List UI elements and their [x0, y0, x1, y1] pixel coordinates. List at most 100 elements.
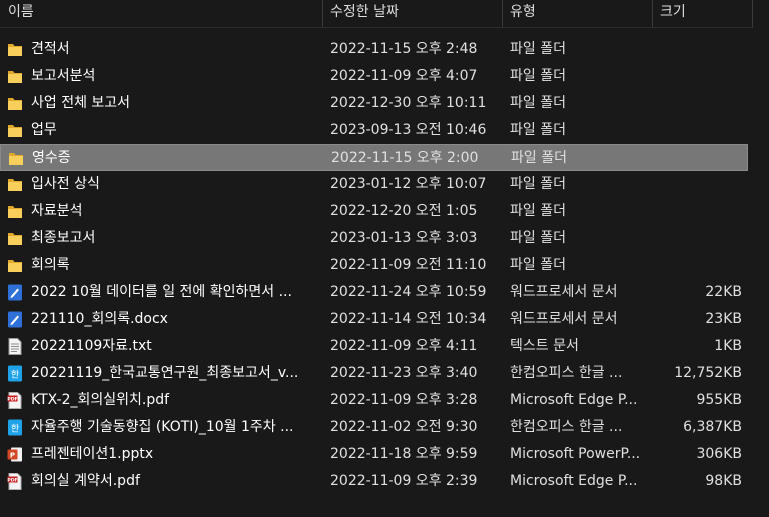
- file-name: 회의록: [31, 257, 70, 273]
- file-row[interactable]: 자료분석 2022-12-20 오전 1:05 파일 폴더: [0, 198, 748, 225]
- file-name: 업무: [31, 122, 57, 138]
- file-row[interactable]: 견적서 2022-11-15 오후 2:48 파일 폴더: [0, 36, 748, 63]
- file-size: [650, 90, 742, 117]
- file-name: 자료분석: [31, 203, 83, 219]
- file-row[interactable]: PDF KTX-2_회의실위치.pdf 2022-11-09 오후 3:28 Micr…: [0, 387, 748, 414]
- file-date-modified: 2022-11-02 오전 9:30: [330, 419, 478, 435]
- file-row[interactable]: 221110_회의록.docx 2022-11-14 오전 10:34 워드프로세서…: [0, 306, 748, 333]
- file-type: 파일 폴더: [510, 203, 566, 219]
- file-row[interactable]: 20221109자료.txt 2022-11-09 오후 4:11 텍스트 문서 1K…: [0, 333, 748, 360]
- svg-text:한: 한: [11, 370, 19, 381]
- file-type: 워드프로세서 문서: [510, 311, 618, 327]
- column-header: ^ 이름 수정한 날짜 유형 크기: [0, 0, 769, 28]
- file-type: 파일 폴더: [510, 230, 566, 246]
- folder-icon: [7, 257, 23, 274]
- file-date-modified: 2022-11-14 오전 10:34: [330, 311, 487, 327]
- file-row[interactable]: 사업 전체 보고서 2022-12-30 오후 10:11 파일 폴더: [0, 90, 748, 117]
- file-name: 회의실 계약서.pdf: [31, 473, 140, 489]
- file-row[interactable]: 업무 2023-09-13 오전 10:46 파일 폴더: [0, 117, 748, 144]
- file-name: 2022 10월 데이터를 일 전에 확인하면서 ...: [31, 284, 292, 300]
- file-type: 파일 폴더: [511, 150, 567, 166]
- file-size: 22KB: [705, 284, 742, 300]
- file-size: 12,752KB: [674, 365, 742, 381]
- file-size: 23KB: [705, 311, 742, 327]
- file-date-modified: 2022-11-23 오후 3:40: [330, 365, 478, 381]
- svg-text:PDF: PDF: [7, 477, 17, 483]
- file-row[interactable]: 입사전 상식 2023-01-12 오후 10:07 파일 폴더: [0, 171, 748, 198]
- file-date-modified: 2022-12-20 오전 1:05: [330, 203, 478, 219]
- file-name: 자율주행 기술동향집 (KOTI)_10월 1주차 ...: [31, 419, 294, 435]
- column-header-type[interactable]: 유형: [502, 0, 652, 26]
- folder-icon: [7, 68, 23, 85]
- folder-icon: [7, 176, 23, 193]
- file-date-modified: 2022-12-30 오후 10:11: [330, 95, 487, 111]
- file-row[interactable]: PDF 회의실 계약서.pdf 2022-11-09 오후 2:39 Microsof…: [0, 468, 748, 495]
- vertical-scrollbar[interactable]: [753, 0, 769, 517]
- file-row[interactable]: 한 자율주행 기술동향집 (KOTI)_10월 1주차 ... 2022-11-02…: [0, 414, 748, 441]
- file-name: 보고서분석: [31, 68, 96, 84]
- file-name: 사업 전체 보고서: [31, 95, 131, 111]
- file-size: 306KB: [696, 446, 742, 462]
- svg-text:한: 한: [11, 424, 19, 435]
- file-type: 파일 폴더: [510, 122, 566, 138]
- column-header-name[interactable]: 이름: [0, 0, 322, 26]
- file-size: 6,387KB: [683, 419, 742, 435]
- file-row[interactable]: 회의록 2022-11-09 오전 11:10 파일 폴더: [0, 252, 748, 279]
- word-doc-icon: [7, 284, 23, 301]
- column-header-size[interactable]: 크기: [652, 0, 752, 26]
- file-date-modified: 2022-11-24 오후 10:59: [330, 284, 487, 300]
- file-date-modified: 2022-11-18 오후 9:59: [330, 446, 478, 462]
- hwp-icon: 한: [7, 419, 23, 436]
- file-name: 221110_회의록.docx: [31, 311, 168, 327]
- file-date-modified: 2022-11-09 오후 3:28: [330, 392, 478, 408]
- file-type: 텍스트 문서: [510, 338, 579, 354]
- file-size: [650, 171, 742, 198]
- file-date-modified: 2022-11-09 오후 4:07: [330, 68, 478, 84]
- file-date-modified: 2022-11-15 오후 2:48: [330, 41, 478, 57]
- file-type: 파일 폴더: [510, 41, 566, 57]
- svg-text:P: P: [10, 451, 15, 459]
- file-date-modified: 2022-11-09 오후 2:39: [330, 473, 478, 489]
- file-type: Microsoft Edge P...: [510, 392, 638, 408]
- file-type: 파일 폴더: [510, 95, 566, 111]
- file-size: [650, 36, 742, 63]
- file-size: [651, 145, 743, 172]
- file-size: [650, 252, 742, 279]
- file-name: 프레젠테이션1.pptx: [31, 446, 154, 462]
- file-date-modified: 2023-09-13 오전 10:46: [330, 122, 487, 138]
- file-name: KTX-2_회의실위치.pdf: [31, 392, 170, 408]
- file-size: [650, 117, 742, 144]
- file-size: 955KB: [696, 392, 742, 408]
- file-row[interactable]: 최종보고서 2023-01-13 오후 3:03 파일 폴더: [0, 225, 748, 252]
- file-size: 98KB: [705, 473, 742, 489]
- file-row[interactable]: 보고서분석 2022-11-09 오후 4:07 파일 폴더: [0, 63, 748, 90]
- folder-icon: [7, 122, 23, 139]
- column-header-date[interactable]: 수정한 날짜: [322, 0, 502, 26]
- file-date-modified: 2023-01-13 오후 3:03: [330, 230, 478, 246]
- pdf-icon: PDF: [7, 473, 23, 490]
- file-name: 20221119_한국교통연구원_최종보고서_v...: [31, 365, 299, 381]
- file-row[interactable]: P 프레젠테이션1.pptx 2022-11-18 오후 9:59 Microsoft…: [0, 441, 748, 468]
- file-row[interactable]: 영수증 2022-11-15 오후 2:00 파일 폴더: [0, 144, 748, 171]
- file-name: 20221109자료.txt: [31, 338, 152, 354]
- pdf-icon: PDF: [7, 392, 23, 409]
- file-date-modified: 2022-11-09 오전 11:10: [330, 257, 487, 273]
- folder-icon: [7, 41, 23, 58]
- file-row[interactable]: 한 20221119_한국교통연구원_최종보고서_v... 2022-11-23 오…: [0, 360, 748, 387]
- file-type: 워드프로세서 문서: [510, 284, 618, 300]
- file-size: [650, 63, 742, 90]
- folder-icon: [8, 150, 24, 167]
- file-row[interactable]: 2022 10월 데이터를 일 전에 확인하면서 ... 2022-11-24 오…: [0, 279, 748, 306]
- svg-text:PDF: PDF: [7, 396, 17, 402]
- file-name: 영수증: [32, 150, 71, 166]
- file-name: 최종보고서: [31, 230, 96, 246]
- file-size: 1KB: [714, 338, 742, 354]
- file-name: 견적서: [31, 41, 70, 57]
- file-date-modified: 2023-01-12 오후 10:07: [330, 176, 487, 192]
- file-type: 파일 폴더: [510, 176, 566, 192]
- file-size: [650, 225, 742, 252]
- file-date-modified: 2022-11-15 오후 2:00: [331, 150, 479, 166]
- pptx-icon: P: [7, 446, 23, 463]
- folder-icon: [7, 230, 23, 247]
- file-size: [650, 198, 742, 225]
